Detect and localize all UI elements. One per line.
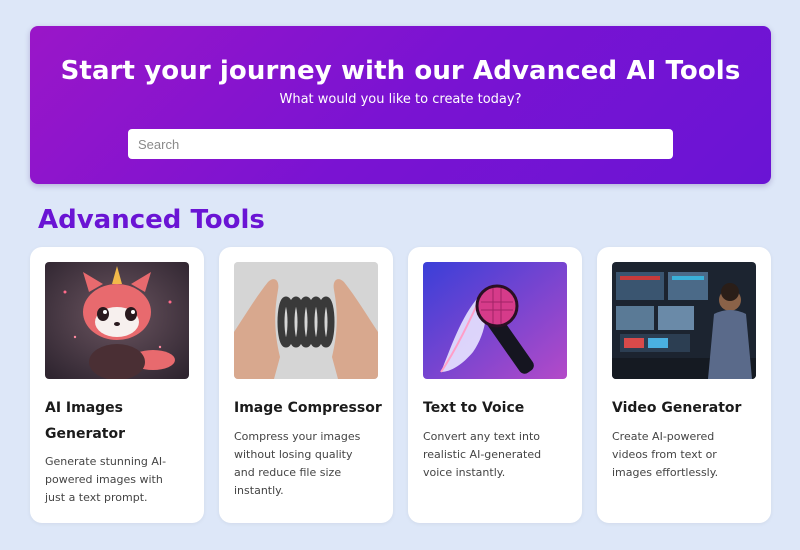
tool-card-video-generator[interactable]: Video Generator Create AI-powered videos… xyxy=(597,247,771,523)
tool-card-image-compressor[interactable]: Image Compressor Compress your images wi… xyxy=(219,247,393,523)
tool-card-ai-images-generator[interactable]: AI Images Generator Generate stunning AI… xyxy=(30,247,204,523)
tool-card-description: Create AI-powered videos from text or im… xyxy=(612,430,719,479)
section-title: Advanced Tools xyxy=(38,205,265,235)
tool-card-text-to-voice[interactable]: Text to Voice Convert any text into real… xyxy=(408,247,582,523)
tool-card-description: Generate stunning AI-powered images with… xyxy=(45,455,167,504)
tool-card-description: Compress your images without losing qual… xyxy=(234,430,361,497)
search-input[interactable] xyxy=(128,129,673,159)
microphone-image xyxy=(423,262,567,379)
video-workstation-image xyxy=(612,262,756,379)
tool-card-title: Video Generator xyxy=(612,400,742,416)
hero-banner: Start your journey with our Advanced AI … xyxy=(30,26,771,184)
hero-title: Start your journey with our Advanced AI … xyxy=(60,56,741,86)
tool-card-description: Convert any text into realistic AI-gener… xyxy=(423,430,542,479)
hero-subtitle: What would you like to create today? xyxy=(279,92,522,107)
hands-spring-image xyxy=(234,262,378,379)
tool-card-title: Image Compressor xyxy=(234,400,382,416)
tool-card-title: AI Images Generator xyxy=(45,400,126,442)
red-panda-image xyxy=(45,262,189,379)
tool-card-title: Text to Voice xyxy=(423,400,525,416)
